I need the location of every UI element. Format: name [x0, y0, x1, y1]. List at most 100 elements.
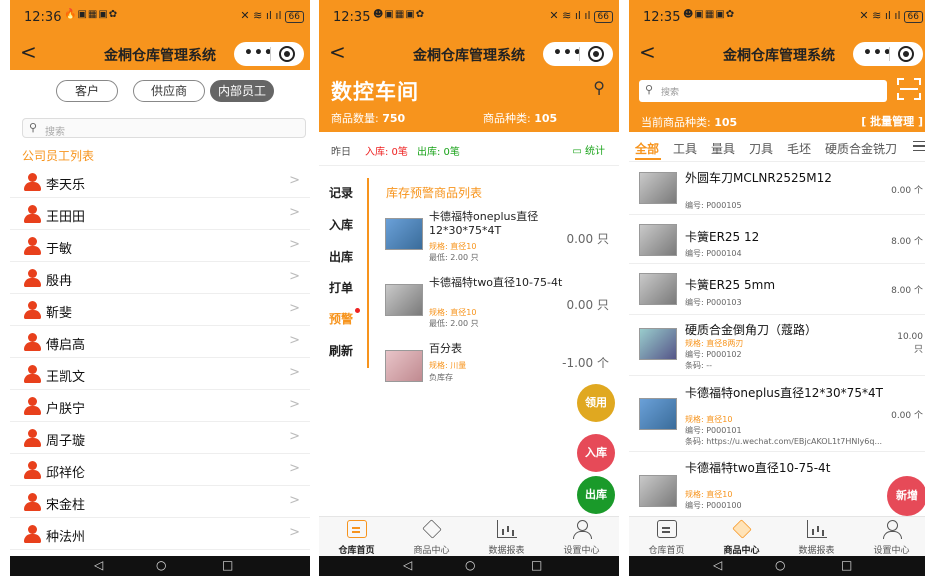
product-qty: 8.00 个 [891, 237, 923, 247]
home-nav-icon[interactable]: ○ [156, 558, 166, 572]
close-circle-icon[interactable] [898, 46, 914, 62]
product-row[interactable]: 卡德福特two直径10-75-4t 规格: 直径10 编号: P000100 [629, 453, 925, 516]
yesterday-label: 昨日 [331, 147, 351, 158]
person-icon [24, 525, 41, 543]
product-barcode: 条码: -- [685, 361, 713, 370]
product-thumbnail [385, 350, 423, 382]
chart-icon [807, 520, 827, 538]
back-nav-icon[interactable]: ◁ [713, 558, 722, 572]
app-title: 金桐仓库管理系统 [413, 48, 525, 64]
menu-divider [367, 178, 369, 368]
chart-icon [497, 520, 517, 538]
product-name: 卡簧ER25 12 [685, 230, 760, 244]
product-row[interactable]: 卡德福特oneplus直径12*30*75*4T 规格: 直径10 编号: P0… [629, 378, 925, 452]
back-icon[interactable]: < [329, 40, 346, 64]
person-icon [24, 205, 41, 223]
tab-products[interactable]: 商品中心 [394, 517, 469, 557]
stock-out-button[interactable]: 出库 [577, 476, 615, 514]
employee-row[interactable]: 种法州 > [10, 518, 310, 550]
employee-row[interactable]: 李天乐 > [10, 166, 310, 198]
back-nav-icon[interactable]: ◁ [94, 558, 103, 572]
employee-row[interactable]: 邱祥伦 > [10, 454, 310, 486]
warning-item[interactable]: 卡德福特oneplus直径12*30*75*4T 规格: 直径10 最低: 2.… [377, 206, 617, 268]
scan-icon[interactable] [897, 78, 921, 100]
status-bar: 12:36 🔥▣▦▣✿ ✕ ≋ ıl ıl 66 [10, 0, 310, 36]
menu-print[interactable]: 打单 [329, 279, 353, 296]
category-tools[interactable]: 工具 [673, 140, 697, 157]
product-min-stock: 最低: 2.00 只 [429, 319, 479, 328]
home-nav-icon[interactable]: ○ [465, 558, 475, 572]
chevron-right-icon: > [289, 269, 300, 284]
search-icon[interactable]: ⚲ [593, 78, 605, 97]
stats-label: 统计 [585, 146, 605, 157]
menu-stock-in[interactable]: 入库 [329, 216, 353, 233]
employee-row[interactable]: 周子璇 > [10, 422, 310, 454]
tab-reports[interactable]: 数据报表 [779, 517, 854, 557]
product-row[interactable]: 卡簧ER25 5mm 编号: P000103 8.00 个 [629, 265, 925, 315]
android-nav-bar: ◁ ○ □ [629, 556, 925, 576]
employee-row[interactable]: 王凯文 > [10, 358, 310, 390]
product-qty: -1.00 个 [562, 356, 609, 370]
stats-button[interactable]: ▭ 统计 [572, 142, 605, 157]
product-thumbnail [639, 328, 677, 360]
tab-settings[interactable]: 设置中心 [544, 517, 619, 557]
stock-in-button[interactable]: 入库 [577, 434, 615, 472]
product-name: 卡德福特two直径10-75-4t [685, 461, 831, 475]
goods-types-value: 105 [534, 112, 558, 125]
tab-bar: 仓库首页 商品中心 数据报表 设置中心 [319, 516, 619, 556]
person-icon [24, 365, 41, 383]
yesterday-in: 入库: 0笔 [365, 147, 408, 158]
employee-name: 王田田 [46, 210, 86, 225]
segment-staff[interactable]: 内部员工 [210, 80, 274, 102]
tab-products[interactable]: 商品中心 [704, 517, 779, 557]
tab-settings[interactable]: 设置中心 [854, 517, 925, 557]
product-row[interactable]: 硬质合金倒角刀（蔻路） 规格: 直径8两刃 编号: P000102 条码: --… [629, 316, 925, 376]
close-circle-icon[interactable] [588, 46, 604, 62]
employee-row[interactable]: 靳斐 > [10, 294, 310, 326]
back-nav-icon[interactable]: ◁ [403, 558, 412, 572]
category-gauges[interactable]: 量具 [711, 140, 735, 157]
close-circle-icon[interactable] [279, 46, 295, 62]
product-row[interactable]: 外圆车刀MCLNR2525M12 编号: P000105 0.00 个 [629, 163, 925, 215]
menu-records[interactable]: 记录 [329, 184, 353, 201]
category-cutters[interactable]: 刀具 [749, 140, 773, 157]
box-icon [732, 519, 752, 539]
category-blanks[interactable]: 毛坯 [787, 140, 811, 157]
back-icon[interactable]: < [639, 40, 656, 64]
search-input[interactable]: ⚲ 搜索 [639, 80, 887, 102]
employee-row[interactable]: 傅启高 > [10, 326, 310, 358]
segment-customer[interactable]: 客户 [56, 80, 118, 102]
tab-home[interactable]: 仓库首页 [629, 517, 704, 557]
person-icon [24, 301, 41, 319]
use-button[interactable]: 领用 [577, 384, 615, 422]
product-row[interactable]: 卡簧ER25 12 编号: P000104 8.00 个 [629, 216, 925, 264]
tab-reports[interactable]: 数据报表 [469, 517, 544, 557]
yesterday-out: 出库: 0笔 [417, 147, 460, 158]
search-input[interactable]: ⚲ 搜索 [22, 118, 306, 138]
recents-nav-icon[interactable]: □ [531, 558, 542, 572]
employee-row[interactable]: 宋金柱 > [10, 486, 310, 518]
employee-row[interactable]: 殷冉 > [10, 262, 310, 294]
home-nav-icon[interactable]: ○ [775, 558, 785, 572]
add-product-button[interactable]: 新增 [887, 476, 925, 516]
menu-stock-out[interactable]: 出库 [329, 248, 353, 265]
product-name: 卡簧ER25 5mm [685, 278, 776, 292]
menu-refresh[interactable]: 刷新 [329, 342, 353, 359]
category-carbide-mills[interactable]: 硬质合金铣刀 [825, 140, 897, 157]
recents-nav-icon[interactable]: □ [222, 558, 233, 572]
tab-home[interactable]: 仓库首页 [319, 517, 394, 557]
product-code: 编号: P000100 [685, 501, 742, 510]
category-all[interactable]: 全部 [635, 140, 659, 157]
warning-item[interactable]: 卡德福特two直径10-75-4t 规格: 直径10 最低: 2.00 只 0.… [377, 272, 617, 334]
batch-manage-button[interactable]: [ 批量管理 ] [861, 113, 923, 129]
product-code: 编号: P000105 [685, 201, 742, 210]
employee-row[interactable]: 户朕宁 > [10, 390, 310, 422]
back-icon[interactable]: < [20, 40, 37, 64]
employee-row[interactable]: 王田田 > [10, 198, 310, 230]
employee-row[interactable]: 于敏 > [10, 230, 310, 262]
menu-warning[interactable]: 预警 [329, 310, 353, 327]
segment-supplier[interactable]: 供应商 [133, 80, 205, 102]
chevron-right-icon: > [289, 461, 300, 476]
list-menu-icon[interactable] [913, 141, 925, 151]
recents-nav-icon[interactable]: □ [841, 558, 852, 572]
